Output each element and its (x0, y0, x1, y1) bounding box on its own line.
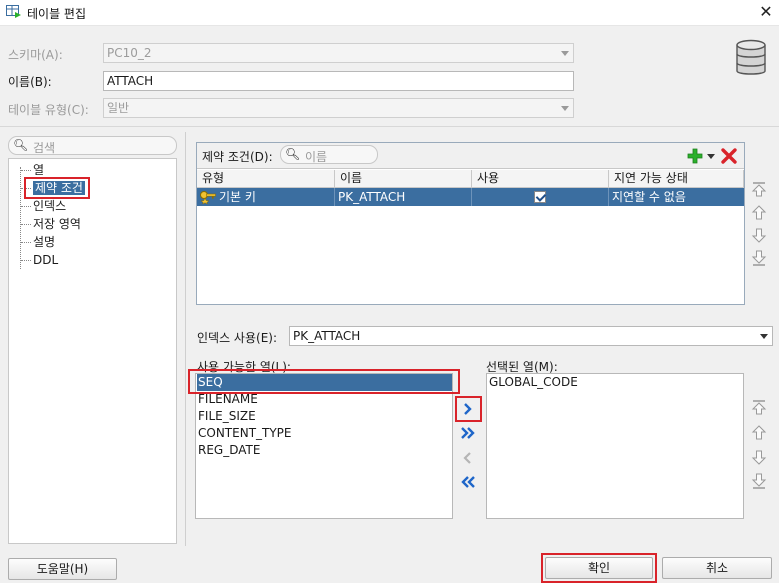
move-down-button[interactable] (751, 227, 767, 244)
move-down-button[interactable] (751, 449, 767, 466)
move-all-left-button[interactable] (459, 472, 477, 492)
row-type-label: 기본 키 (219, 190, 256, 204)
vertical-divider (185, 132, 186, 546)
sidebar-tree: 열 제약 조건 인덱스 저장 영역 설명 DDL (8, 158, 177, 544)
sidebar-item-indexes[interactable]: 인덱스 (21, 198, 66, 215)
name-input[interactable]: ATTACH (103, 71, 574, 91)
search-icon: 🔍︎ (13, 138, 29, 152)
sidebar-search-input[interactable]: 🔍︎ 검색 (8, 136, 177, 155)
constraints-panel: 제약 조건(D): 🔍︎ 이름 유형 이름 사용 지연 가능 상태 기본 키 P… (196, 142, 745, 305)
add-icon[interactable] (686, 147, 704, 165)
move-bottom-button[interactable] (751, 473, 767, 490)
search-icon: 🔍︎ (285, 147, 301, 161)
title-bar (0, 0, 779, 26)
table-type-label: 테이블 유형(C): (8, 103, 89, 117)
index-label: 인덱스 사용(E): (197, 331, 278, 345)
list-item[interactable]: CONTENT_TYPE (197, 425, 292, 442)
constraints-search-input[interactable]: 🔍︎ 이름 (280, 145, 378, 164)
table-row[interactable]: 기본 키 PK_ATTACH 지연할 수 없음 (197, 188, 744, 206)
constraints-search-placeholder: 이름 (305, 150, 328, 164)
chevron-down-icon (760, 334, 768, 339)
constraints-toolbar: 제약 조건(D): 🔍︎ 이름 (197, 143, 744, 169)
highlight-box (455, 396, 482, 422)
move-top-button[interactable] (751, 399, 767, 416)
enabled-checkbox[interactable] (534, 191, 546, 203)
window-title: 테이블 편집 (27, 7, 87, 21)
column-header-deferrable[interactable]: 지연 가능 상태 (609, 170, 744, 188)
list-item[interactable]: FILE_SIZE (197, 408, 256, 425)
row-type-cell: 기본 키 (197, 188, 335, 206)
index-select[interactable]: PK_ATTACH (289, 326, 773, 346)
schema-select: PC10_2 (103, 43, 574, 63)
cancel-button[interactable]: 취소 (662, 557, 772, 579)
chevron-down-icon[interactable] (707, 154, 715, 159)
sidebar-item-storage[interactable]: 저장 영역 (21, 216, 81, 233)
sidebar-search-placeholder: 검색 (33, 141, 56, 155)
available-columns-list[interactable]: SEQ FILENAME FILE_SIZE CONTENT_TYPE REG_… (195, 373, 453, 519)
table-type-value: 일반 (107, 101, 130, 115)
highlight-box (24, 177, 90, 199)
help-button[interactable]: 도움말(H) (8, 558, 117, 580)
chevron-down-icon (561, 51, 569, 56)
chevron-down-icon (561, 106, 569, 111)
sidebar-item-ddl[interactable]: DDL (21, 252, 58, 269)
highlight-box (541, 553, 657, 583)
header-divider (0, 126, 779, 127)
highlight-box (188, 369, 460, 394)
selected-columns-list[interactable]: GLOBAL_CODE (486, 373, 744, 519)
list-item[interactable]: REG_DATE (197, 442, 260, 459)
move-up-button[interactable] (751, 424, 767, 441)
row-deferrable-cell: 지연할 수 없음 (612, 190, 686, 204)
move-top-button[interactable] (751, 181, 767, 198)
column-header-type[interactable]: 유형 (197, 170, 335, 188)
database-icon (735, 39, 767, 77)
move-all-right-button[interactable] (459, 423, 477, 443)
name-label: 이름(B): (8, 75, 52, 89)
sidebar-item-comment[interactable]: 설명 (21, 234, 55, 251)
close-icon[interactable]: ✕ (756, 2, 776, 22)
move-left-button[interactable] (459, 448, 477, 468)
table-type-select: 일반 (103, 98, 574, 118)
delete-icon[interactable] (720, 147, 738, 165)
column-header-name[interactable]: 이름 (335, 170, 472, 188)
move-up-button[interactable] (751, 204, 767, 221)
move-bottom-button[interactable] (751, 250, 767, 267)
column-header-enabled[interactable]: 사용 (472, 170, 609, 188)
index-value: PK_ATTACH (293, 329, 361, 343)
constraints-label: 제약 조건(D): (202, 150, 273, 164)
row-name-cell: PK_ATTACH (335, 188, 472, 206)
schema-label: 스키마(A): (8, 48, 63, 62)
schema-value: PC10_2 (107, 46, 152, 60)
list-item[interactable]: GLOBAL_CODE (488, 374, 578, 391)
primary-key-icon (200, 191, 216, 204)
table-app-icon (6, 5, 22, 19)
